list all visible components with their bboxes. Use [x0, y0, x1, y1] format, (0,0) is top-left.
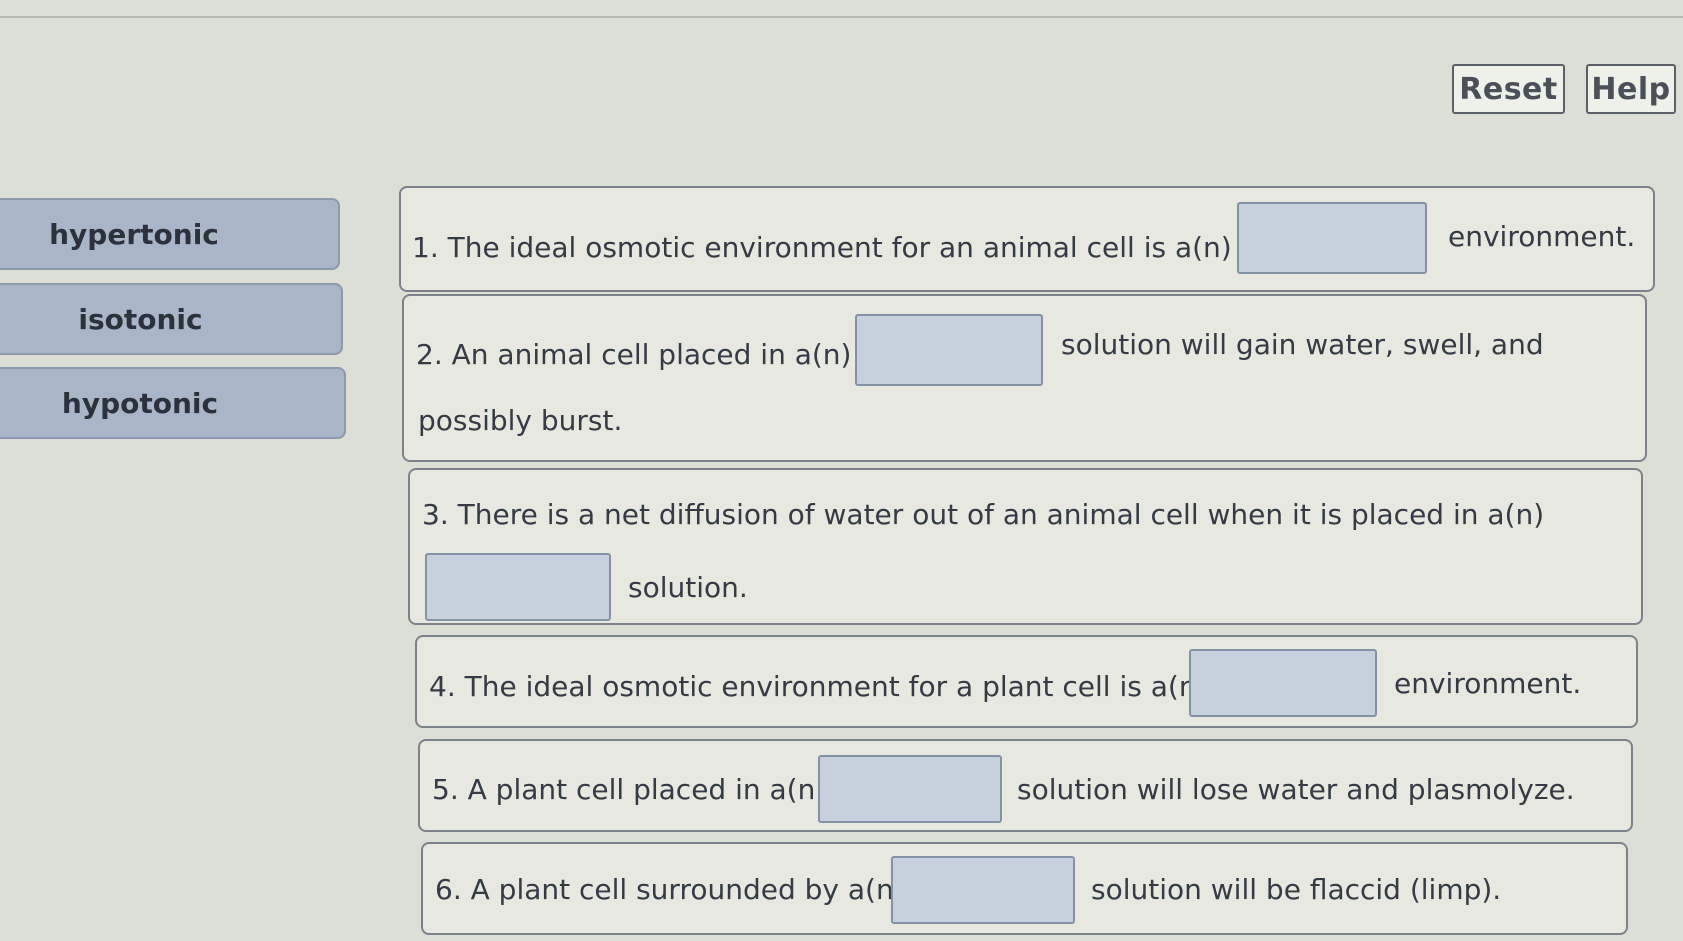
question-2-text-line2: possibly burst. — [418, 404, 623, 437]
question-6-text-after: solution will be flaccid (limp). — [1091, 873, 1502, 906]
question-5-text-before: 5. A plant cell placed in a(n) — [432, 773, 827, 806]
question-2-text-after: solution will gain water, swell, and — [1061, 328, 1544, 361]
question-4-text-after: environment. — [1394, 667, 1582, 700]
question-3: 3. There is a net diffusion of water out… — [408, 468, 1643, 625]
question-6-drop-target[interactable] — [891, 856, 1075, 924]
help-button[interactable]: Help — [1586, 64, 1676, 114]
question-2: 2. An animal cell placed in a(n) solutio… — [402, 294, 1647, 462]
question-3-drop-target[interactable] — [425, 553, 611, 621]
question-2-drop-target[interactable] — [855, 314, 1043, 386]
draggable-label-hypertonic[interactable]: hypertonic — [0, 198, 340, 270]
question-3-text-after: solution. — [628, 571, 748, 604]
question-1-text-after: environment. — [1448, 220, 1636, 253]
question-4: 4. The ideal osmotic environment for a p… — [415, 635, 1638, 728]
question-5: 5. A plant cell placed in a(n) solution … — [418, 739, 1633, 832]
question-5-text-after: solution will lose water and plasmolyze. — [1017, 773, 1575, 806]
question-3-text-before: 3. There is a net diffusion of water out… — [422, 498, 1545, 531]
question-6-text-before: 6. A plant cell surrounded by a(n) — [435, 873, 905, 906]
question-6: 6. A plant cell surrounded by a(n) solut… — [421, 842, 1628, 935]
top-divider — [0, 16, 1683, 18]
draggable-label-hypotonic[interactable]: hypotonic — [0, 367, 346, 439]
question-4-drop-target[interactable] — [1189, 649, 1377, 717]
question-1-text-before: 1. The ideal osmotic environment for an … — [412, 231, 1232, 264]
question-5-drop-target[interactable] — [818, 755, 1002, 823]
question-2-text-before: 2. An animal cell placed in a(n) — [416, 338, 852, 371]
draggable-label-isotonic[interactable]: isotonic — [0, 283, 343, 355]
question-4-text-before: 4. The ideal osmotic environment for a p… — [429, 670, 1208, 703]
question-1: 1. The ideal osmotic environment for an … — [399, 186, 1655, 292]
reset-button[interactable]: Reset — [1452, 64, 1565, 114]
question-1-drop-target[interactable] — [1237, 202, 1427, 274]
